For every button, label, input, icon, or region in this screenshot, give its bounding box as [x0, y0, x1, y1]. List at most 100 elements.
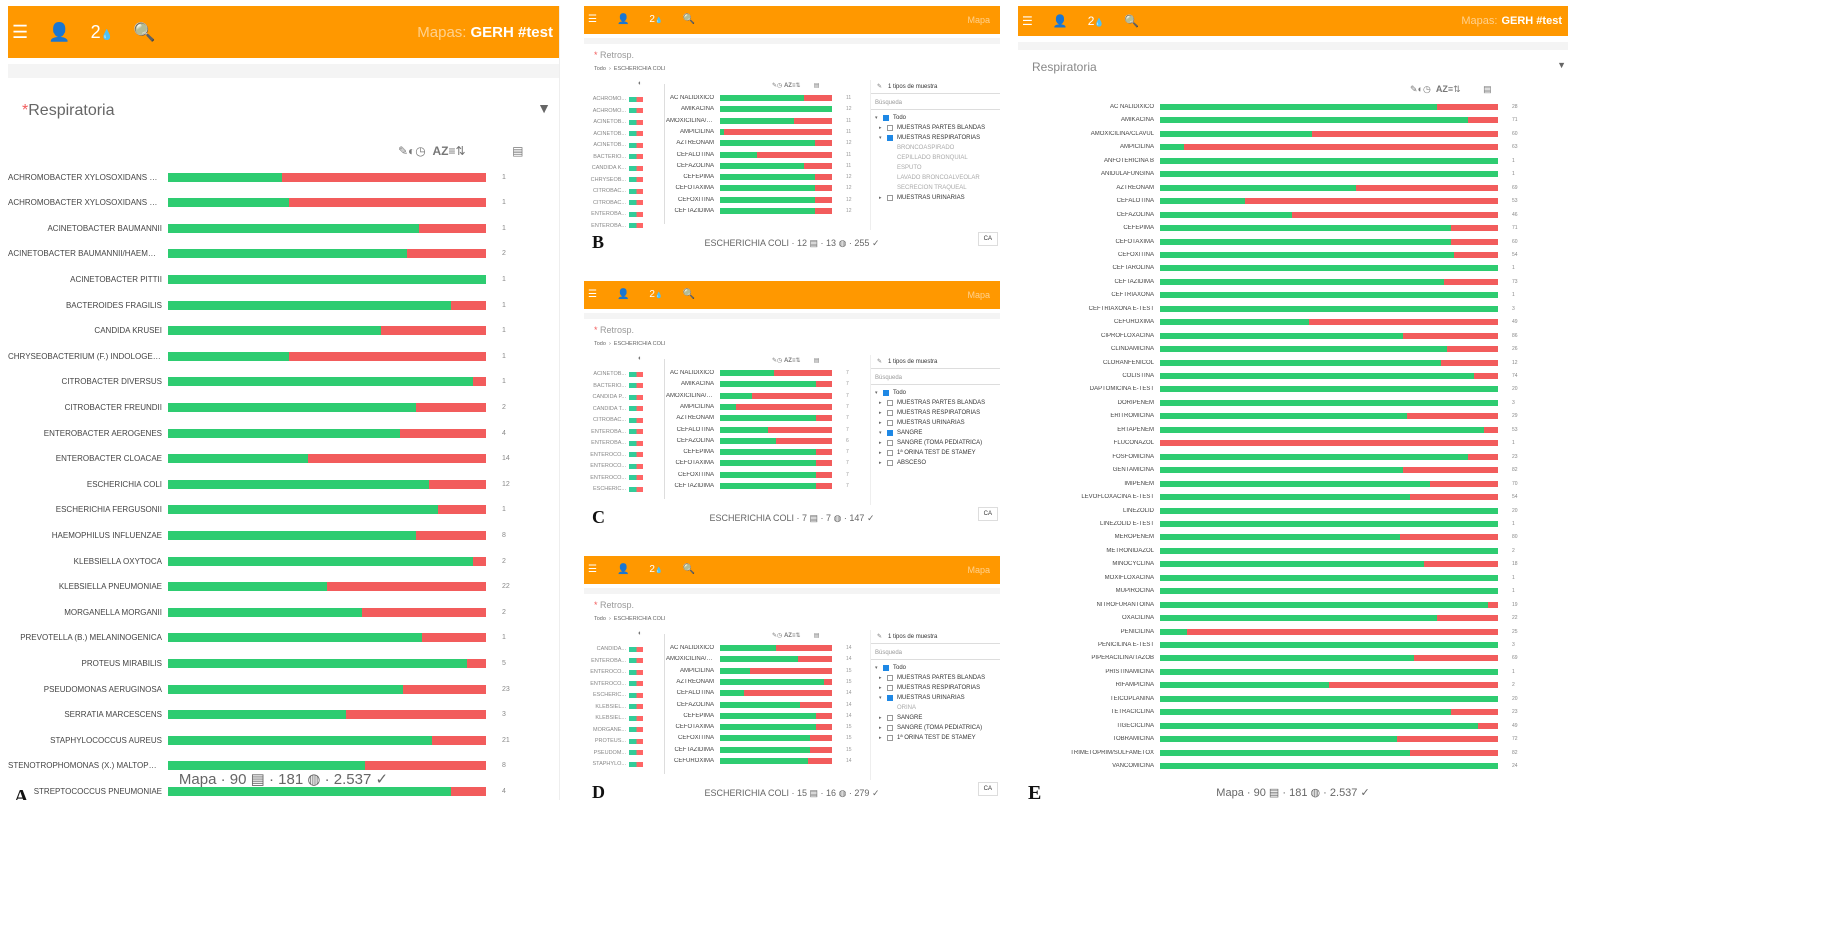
expand-icon[interactable]: ▸: [879, 195, 887, 201]
bar-row[interactable]: KLEBSIELLA PNEUMONIAE 22: [8, 580, 559, 594]
filter-item[interactable]: ▾ Todo: [871, 113, 1000, 123]
bar-row[interactable]: STAPHYLOCOCCUS AUREUS 21: [8, 733, 559, 747]
bar-row[interactable]: CITROBACTER FREUNDII 2: [8, 400, 559, 414]
bar-row[interactable]: KLEBSIELLA OXYTOCA 2: [8, 554, 559, 568]
organism-item[interactable]: ENTEROBA...: [584, 440, 643, 446]
organism-item[interactable]: CITROBAC...: [584, 188, 643, 194]
bar-row[interactable]: CEFTAZIDIMA 12: [666, 207, 862, 215]
filter-header[interactable]: ✎ 1 tipos de muestra: [871, 80, 1000, 94]
organism-item[interactable]: PSEUDOM...: [584, 750, 643, 756]
bar-row[interactable]: AZTREONAM 12: [666, 139, 862, 147]
bar-row[interactable]: AC NALIDIXICO 28: [1018, 102, 1568, 112]
bar-row[interactable]: AZTREONAM 69: [1018, 183, 1568, 193]
checkbox[interactable]: [883, 665, 889, 671]
menu-icon[interactable]: ☰: [588, 565, 597, 575]
bar-row[interactable]: CEFAZOLINA 6: [666, 437, 862, 445]
filter-item[interactable]: ▾ SANGRE: [871, 428, 1000, 438]
bar-row[interactable]: CANDIDA KRUSEI 1: [8, 324, 559, 338]
filter-item[interactable]: ▸ SANGRE (TOMA PEDIATRICA): [871, 438, 1000, 448]
filter-header[interactable]: ✎ 1 tipos de muestra: [871, 355, 1000, 369]
bar-row[interactable]: PREVOTELLA (B.) MELANINOGENICA 1: [8, 631, 559, 645]
bar-row[interactable]: COLISTINA 74: [1018, 371, 1568, 381]
user-count[interactable]: 2💧: [1088, 15, 1105, 27]
bar-row[interactable]: LINEZOLID 20: [1018, 506, 1568, 516]
bar-row[interactable]: AMPICILINA 7: [666, 403, 862, 411]
search-label[interactable]: Búsqueda: [871, 369, 1000, 385]
checkbox[interactable]: [887, 715, 893, 721]
search-icon[interactable]: 🔍: [133, 23, 155, 41]
expand-icon[interactable]: ▾: [875, 115, 883, 121]
bar-row[interactable]: ACINETOBACTER BAUMANNII 1: [8, 221, 559, 235]
organism-item[interactable]: ACINETOB...: [584, 131, 643, 137]
checkbox[interactable]: [887, 685, 893, 691]
bar-row[interactable]: CEFOXITINA 12: [666, 196, 862, 204]
expand-icon[interactable]: ▸: [879, 440, 887, 446]
filter-item[interactable]: ▸ 1ª ORINA TEST DE STAMEY: [871, 733, 1000, 743]
organism-item[interactable]: ENTEROCO...: [584, 475, 643, 481]
bar-row[interactable]: MEROPENEM 80: [1018, 532, 1568, 542]
checkbox[interactable]: [887, 450, 893, 456]
bar-row[interactable]: AZTREONAM 7: [666, 414, 862, 422]
bar-row[interactable]: CIPROFLOXACINA 86: [1018, 331, 1568, 341]
organism-item[interactable]: ENTEROBA...: [584, 223, 643, 229]
bar-row[interactable]: ERITROMICINA 29: [1018, 411, 1568, 421]
bar-row[interactable]: BACTEROIDES FRAGILIS 1: [8, 298, 559, 312]
bar-row[interactable]: CEFALOTINA 53: [1018, 196, 1568, 206]
filter-item[interactable]: ▸ SANGRE: [871, 713, 1000, 723]
cancel-button[interactable]: CA: [977, 232, 998, 246]
bar-row[interactable]: TIGECICLINA 49: [1018, 721, 1568, 731]
bar-row[interactable]: PENICILINA 25: [1018, 627, 1568, 637]
filter-item[interactable]: ▾ MUESTRAS URINARIAS: [871, 693, 1000, 703]
checkbox[interactable]: [887, 125, 893, 131]
organism-item[interactable]: STAPHYLO...: [584, 761, 643, 767]
sort-icons[interactable]: ✎◐◷ AZ≡⇅ ▤: [398, 144, 524, 158]
checkbox[interactable]: [883, 115, 889, 121]
filter-item[interactable]: ▾ Todo: [871, 663, 1000, 673]
expand-icon[interactable]: ▾: [875, 665, 883, 671]
checkbox[interactable]: [887, 400, 893, 406]
bar-row[interactable]: CEFEPIMA 14: [666, 712, 862, 720]
filter-item[interactable]: ▸ MUESTRAS PARTES BLANDAS: [871, 398, 1000, 408]
user-count[interactable]: 2💧: [649, 290, 662, 300]
organism-item[interactable]: ESCHERIC...: [584, 486, 643, 492]
checkbox[interactable]: [887, 430, 893, 436]
bar-row[interactable]: AMPICILINA 63: [1018, 142, 1568, 152]
bar-row[interactable]: CEFAZOLINA 46: [1018, 210, 1568, 220]
bar-row[interactable]: SERRATIA MARCESCENS 3: [8, 708, 559, 722]
organism-item[interactable]: ENTEROCO...: [584, 669, 643, 675]
filter-item[interactable]: ▸ MUESTRAS PARTES BLANDAS: [871, 673, 1000, 683]
bar-row[interactable]: AMOXICILINA/C... 7: [666, 392, 862, 400]
bar-row[interactable]: AMIKACINA 71: [1018, 115, 1568, 125]
bar-row[interactable]: ERTAPENEM 53: [1018, 425, 1568, 435]
bar-row[interactable]: MOXIFLOXACINA 1: [1018, 573, 1568, 583]
expand-icon[interactable]: ▾: [879, 695, 887, 701]
breadcrumb[interactable]: Todo › ESCHERICHIA COLI: [594, 341, 665, 347]
bar-row[interactable]: CEFEPIMA 12: [666, 173, 862, 181]
organism-item[interactable]: ACINETOB...: [584, 142, 643, 148]
bar-row[interactable]: AZTREONAM 15: [666, 678, 862, 686]
checkbox[interactable]: [887, 460, 893, 466]
filter-item[interactable]: ▸ SANGRE (TOMA PEDIATRICA): [871, 723, 1000, 733]
bar-row[interactable]: CEFAZOLINA 11: [666, 162, 862, 170]
filter-item[interactable]: ▸ 1ª ORINA TEST DE STAMEY: [871, 448, 1000, 458]
expand-icon[interactable]: ▸: [879, 725, 887, 731]
search-label[interactable]: Búsqueda: [871, 94, 1000, 110]
expand-icon[interactable]: ▸: [879, 125, 887, 131]
bar-row[interactable]: AMOXICILINA/C... 14: [666, 655, 862, 663]
organism-item[interactable]: CANDIDA...: [584, 646, 643, 652]
bar-row[interactable]: CEFOTAXIMA 7: [666, 459, 862, 467]
organism-item[interactable]: PROTEUS...: [584, 738, 643, 744]
bar-row[interactable]: CEFUROXIMA 14: [666, 757, 862, 765]
bar-row[interactable]: FOSFOMICINA 23: [1018, 452, 1568, 462]
bar-row[interactable]: CEFTAZIDIMA 7: [666, 482, 862, 490]
bar-row[interactable]: CEFOTAXIMA 15: [666, 723, 862, 731]
bar-row[interactable]: CEFALOTINA 14: [666, 689, 862, 697]
user-count[interactable]: 2💧: [91, 23, 113, 41]
cancel-button[interactable]: CA: [977, 782, 998, 796]
menu-icon[interactable]: ☰: [1022, 15, 1033, 27]
bar-row[interactable]: ENTEROBACTER AEROGENES 4: [8, 426, 559, 440]
organism-column-icon[interactable]: ◐: [638, 80, 642, 87]
bar-row[interactable]: AMPICILINA 15: [666, 667, 862, 675]
bar-row[interactable]: ACHROMOBACTER XYLOSOXIDANS SS DE... 1: [8, 170, 559, 184]
checkbox[interactable]: [887, 675, 893, 681]
